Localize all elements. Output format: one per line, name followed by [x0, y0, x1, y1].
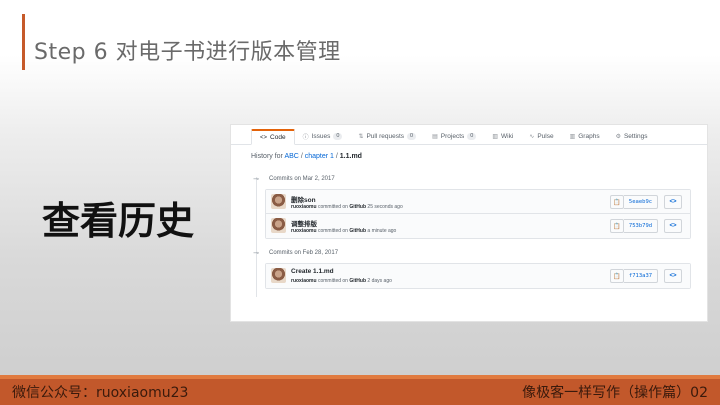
tab-issues[interactable]: ⓘ Issues 0 — [295, 128, 351, 144]
commit-verb: committed on — [317, 228, 348, 234]
history-prefix: History for — [251, 153, 283, 160]
commit-message[interactable]: 删除son — [291, 194, 316, 204]
commit-group-header: ⊸ Commits on Mar 2, 2017 — [251, 175, 335, 183]
tab-label: Pull requests — [366, 132, 405, 140]
commit-meta: ruoxiaomu committed on GitHub 2 days ago — [291, 278, 392, 284]
commit-via: GitHub — [349, 228, 367, 234]
pull-request-icon: ⇅ — [358, 133, 364, 140]
commit-message[interactable]: 调整排版 — [291, 218, 317, 228]
commit-verb: committed on — [317, 278, 348, 284]
commit-via: GitHub — [349, 278, 367, 284]
breadcrumb-file: 1.1.md — [339, 153, 362, 160]
tab-label: Settings — [623, 132, 648, 140]
tab-projects[interactable]: ▤ Projects 0 — [424, 128, 484, 144]
tab-label: Pulse — [537, 132, 554, 140]
tab-label: Issues — [311, 132, 331, 140]
commit-meta: ruoxiaomu committed on GitHub 25 seconds… — [291, 204, 403, 210]
tab-label: Projects — [440, 132, 465, 140]
commit-time: 25 seconds ago — [367, 204, 403, 210]
commit-author[interactable]: ruoxiaomu — [291, 204, 317, 210]
commit-via: GitHub — [349, 204, 367, 210]
commit-node-icon: ⊸ — [253, 176, 259, 183]
commit-row: 调整排版 ruoxiaomu committed on GitHub a min… — [266, 214, 690, 238]
pulse-icon: ∿ — [529, 133, 535, 140]
commit-author[interactable]: ruoxiaomu — [291, 228, 317, 234]
code-icon: <> — [669, 199, 677, 205]
graph-icon: ▥ — [569, 133, 576, 140]
tab-settings[interactable]: ⚙ Settings — [608, 128, 656, 144]
timeline-line — [256, 177, 257, 297]
tab-counter: 0 — [333, 132, 343, 140]
github-history-screenshot: <> Code ⓘ Issues 0 ⇅ Pull requests 0 ▤ P… — [230, 124, 708, 322]
tab-pull-requests[interactable]: ⇅ Pull requests 0 — [350, 128, 424, 144]
commit-meta: ruoxiaomu committed on GitHub a minute a… — [291, 228, 396, 234]
footer-left: 微信公众号：ruoxiaomu23 — [12, 385, 189, 401]
footer-right: 像极客一样写作（操作篇）02 — [522, 385, 708, 401]
breadcrumb-separator: / — [300, 153, 303, 160]
code-icon: <> — [669, 223, 677, 229]
copy-sha-button[interactable]: 📋 — [610, 219, 624, 233]
tab-pulse[interactable]: ∿ Pulse — [521, 128, 561, 144]
commit-group-date: Commits on Feb 28, 2017 — [269, 250, 339, 256]
repo-tabs: <> Code ⓘ Issues 0 ⇅ Pull requests 0 ▤ P… — [231, 127, 707, 145]
book-icon: ▥ — [492, 133, 498, 140]
commit-verb: committed on — [317, 204, 348, 210]
clipboard-icon: 📋 — [613, 199, 621, 206]
tab-graphs[interactable]: ▥ Graphs — [562, 128, 608, 144]
commit-node-icon: ⊸ — [253, 250, 259, 257]
commit-list: Create 1.1.md ruoxiaomu committed on Git… — [265, 263, 691, 289]
commit-row: Create 1.1.md ruoxiaomu committed on Git… — [266, 264, 690, 288]
breadcrumb-repo-link[interactable]: ABC — [284, 153, 298, 160]
breadcrumb: History for ABC / chapter 1 / 1.1.md — [251, 153, 362, 160]
code-icon: <> — [260, 134, 268, 141]
gear-icon: ⚙ — [615, 133, 621, 140]
tab-label: Graphs — [578, 132, 600, 140]
tab-counter: 0 — [407, 132, 417, 140]
tab-counter: 0 — [467, 132, 477, 140]
avatar[interactable] — [271, 194, 286, 209]
copy-sha-button[interactable]: 📋 — [610, 195, 624, 209]
commit-message[interactable]: Create 1.1.md — [291, 268, 334, 275]
browse-files-button[interactable]: <> — [664, 269, 682, 283]
issue-icon: ⓘ — [302, 134, 309, 141]
breadcrumb-separator: / — [335, 153, 338, 160]
commit-sha-button[interactable]: 753b79d — [624, 219, 658, 233]
tab-label: Code — [270, 134, 286, 141]
avatar[interactable] — [271, 218, 286, 233]
code-icon: <> — [669, 273, 677, 279]
project-icon: ▤ — [432, 133, 438, 140]
commit-group-date: Commits on Mar 2, 2017 — [269, 176, 335, 182]
commit-group-header: ⊸ Commits on Feb 28, 2017 — [251, 249, 338, 257]
slide-title: Step 6 对电子书进行版本管理 — [34, 40, 341, 65]
slide-heading: 查看历史 — [42, 199, 195, 243]
browse-files-button[interactable]: <> — [664, 219, 682, 233]
slide-footer: 微信公众号：ruoxiaomu23 像极客一样写作（操作篇）02 — [0, 379, 720, 405]
breadcrumb-folder-link[interactable]: chapter 1 — [305, 153, 334, 160]
commit-sha-button[interactable]: 5eaeb9c — [624, 195, 658, 209]
tab-label: Wiki — [501, 132, 514, 140]
commit-list: 删除son ruoxiaomu committed on GitHub 25 s… — [265, 189, 691, 239]
avatar[interactable] — [271, 268, 286, 283]
title-accent-bar — [22, 14, 25, 70]
commit-row: 删除son ruoxiaomu committed on GitHub 25 s… — [266, 190, 690, 214]
browse-files-button[interactable]: <> — [664, 195, 682, 209]
tab-code[interactable]: <> Code — [251, 129, 295, 145]
commit-time: a minute ago — [367, 228, 397, 234]
commit-time: 2 days ago — [367, 278, 392, 284]
commit-author[interactable]: ruoxiaomu — [291, 278, 317, 284]
copy-sha-button[interactable]: 📋 — [610, 269, 624, 283]
commit-sha-button[interactable]: f713a37 — [624, 269, 658, 283]
tab-wiki[interactable]: ▥ Wiki — [484, 128, 521, 144]
clipboard-icon: 📋 — [613, 273, 621, 280]
clipboard-icon: 📋 — [613, 223, 621, 230]
